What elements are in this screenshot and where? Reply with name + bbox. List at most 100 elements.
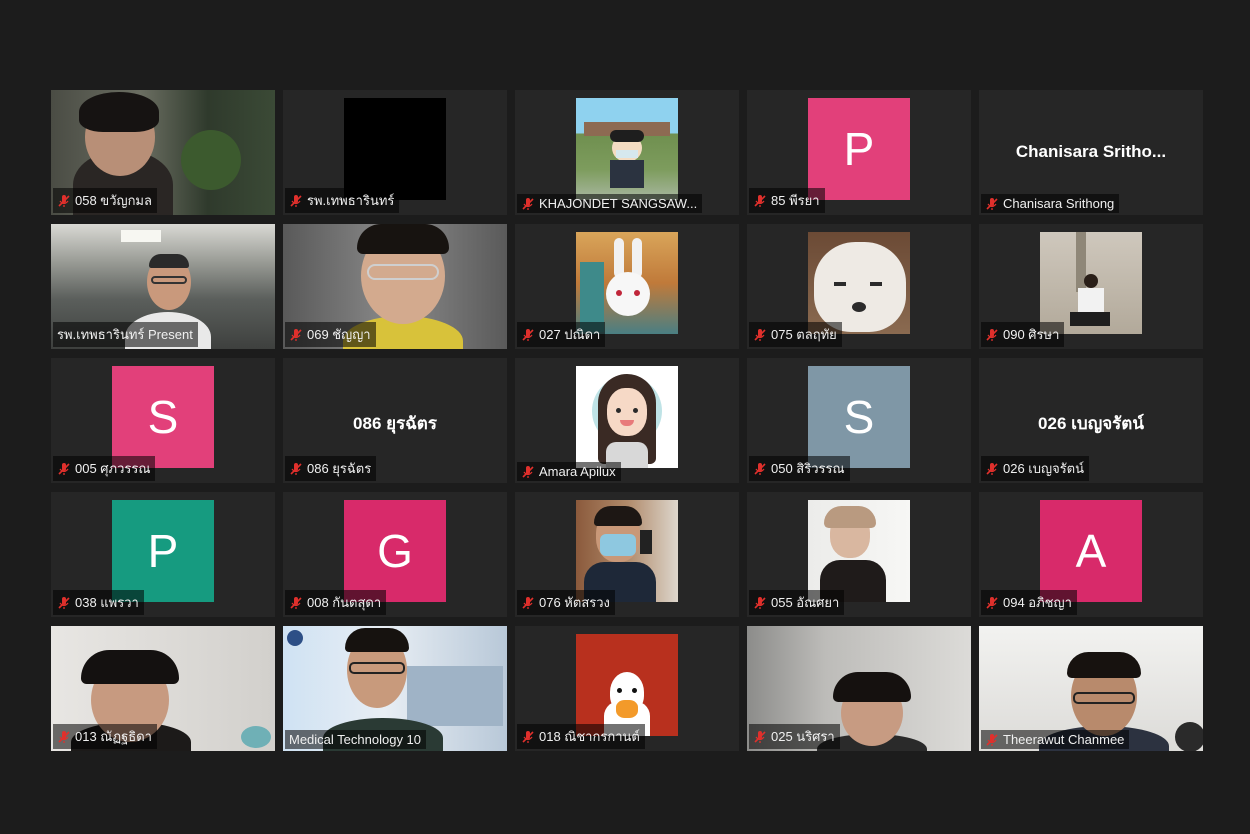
muted-mic-icon [754, 596, 766, 609]
participant-name: 050 สิริวรรณ [771, 461, 845, 476]
participant-tile[interactable]: รพ.เทพธารินทร์ [283, 90, 507, 215]
participant-nameplate: 005 ศุภวรรณ [53, 456, 156, 481]
profile-picture [576, 500, 678, 602]
muted-mic-icon [58, 730, 70, 743]
participant-nameplate: 027 ปณิดา [517, 322, 606, 347]
participant-name: 026 เบญจรัตน์ [1003, 461, 1085, 476]
muted-mic-icon [522, 465, 534, 478]
profile-picture [576, 98, 678, 200]
participant-nameplate: 008 กันตสุดา [285, 590, 387, 615]
muted-mic-icon [754, 462, 766, 475]
participant-name: 018 ณิชากรกานต์ [539, 729, 640, 744]
muted-mic-icon [986, 462, 998, 475]
participant-name: Amara Apilux [539, 464, 616, 479]
participant-name: Chanisara Srithong [1003, 196, 1115, 211]
participant-name: 094 อภิชญา [1003, 595, 1072, 610]
muted-mic-icon [986, 197, 998, 210]
participant-tile[interactable]: S 005 ศุภวรรณ [51, 358, 275, 483]
participant-nameplate: 076 หัตสรวง [517, 590, 615, 615]
participant-tile[interactable]: 027 ปณิดา [515, 224, 739, 349]
participant-name: 013 ณัฏฐธิดา [75, 729, 152, 744]
avatar-letter: P [147, 525, 179, 577]
participant-nameplate: 018 ณิชากรกานต์ [517, 724, 645, 749]
participant-name: 086 ยุรฉัตร [307, 461, 372, 476]
profile-picture [1040, 232, 1142, 334]
participant-tile[interactable]: 076 หัตสรวง [515, 492, 739, 617]
participant-tile[interactable]: P 85 พีรยา [747, 90, 971, 215]
muted-mic-icon [986, 596, 998, 609]
participant-nameplate: 026 เบญจรัตน์ [981, 456, 1090, 481]
participant-name: 058 ขวัญกมล [75, 193, 152, 208]
muted-mic-icon [58, 596, 70, 609]
profile-picture [808, 232, 910, 334]
participant-tile[interactable]: 069 ชัญญา [283, 224, 507, 349]
participant-name: 025 นริศรา [771, 729, 835, 744]
participant-tile[interactable]: P 038 แพรวา [51, 492, 275, 617]
participant-name: 85 พีรยา [771, 193, 820, 208]
participant-nameplate: รพ.เทพธารินทร์ Present [53, 322, 198, 347]
participant-name: Medical Technology 10 [289, 732, 422, 747]
avatar-letter: S [147, 391, 179, 443]
muted-mic-icon [986, 328, 998, 341]
participant-avatar: A [1040, 500, 1142, 602]
participant-tile[interactable]: Amara Apilux [515, 358, 739, 483]
participant-name: 090 ศิรษา [1003, 327, 1060, 342]
participant-nameplate: 025 นริศรา [749, 724, 840, 749]
participant-tile[interactable]: 025 นริศรา [747, 626, 971, 751]
participant-tile[interactable]: 013 ณัฏฐธิดา [51, 626, 275, 751]
participant-display-name: Chanisara Sritho... [1015, 142, 1167, 161]
participant-nameplate: 094 อภิชญา [981, 590, 1077, 615]
participant-tile[interactable]: 058 ขวัญกมล [51, 90, 275, 215]
participant-tile[interactable]: 026 เบญจรัตน์ 026 เบญจรัตน์ [979, 358, 1203, 483]
participant-nameplate: รพ.เทพธารินทร์ [285, 188, 400, 213]
participant-tile[interactable]: Chanisara Sritho... Chanisara Srithong [979, 90, 1203, 215]
participant-name: รพ.เทพธารินทร์ [307, 193, 395, 208]
participant-avatar: P [808, 98, 910, 200]
muted-mic-icon [522, 197, 534, 210]
participant-video [344, 98, 446, 200]
participant-tile[interactable]: A 094 อภิชญา [979, 492, 1203, 617]
participant-tile[interactable]: 055 อัณศยา [747, 492, 971, 617]
participant-nameplate: 050 สิริวรรณ [749, 456, 850, 481]
muted-mic-icon [754, 730, 766, 743]
participant-name: 005 ศุภวรรณ [75, 461, 151, 476]
participant-tile[interactable]: KHAJONDET SANGSAW... [515, 90, 739, 215]
participant-avatar: S [808, 366, 910, 468]
participant-nameplate: 069 ชัญญา [285, 322, 376, 347]
participant-tile[interactable]: 075 ตลฤทัย [747, 224, 971, 349]
participant-tile[interactable]: 086 ยุรฉัตร 086 ยุรฉัตร [283, 358, 507, 483]
participant-tile[interactable]: S 050 สิริวรรณ [747, 358, 971, 483]
muted-mic-icon [290, 328, 302, 341]
avatar-letter: A [1075, 525, 1107, 577]
avatar-letter: P [843, 123, 875, 175]
participant-tile[interactable]: 090 ศิรษา [979, 224, 1203, 349]
participant-tile[interactable]: 018 ณิชากรกานต์ [515, 626, 739, 751]
participant-nameplate: KHAJONDET SANGSAW... [517, 194, 703, 213]
video-grid: 058 ขวัญกมล รพ.เทพธารินทร์ KHAJONDET SAN… [51, 90, 1203, 754]
participant-nameplate: 090 ศิรษา [981, 322, 1065, 347]
participant-tile[interactable]: G 008 กันตสุดา [283, 492, 507, 617]
muted-mic-icon [986, 733, 998, 746]
participant-name: 069 ชัญญา [307, 327, 371, 342]
participant-tile-active-speaker[interactable]: รพ.เทพธารินทร์ Present [51, 224, 275, 349]
participant-nameplate: 075 ตลฤทัย [749, 322, 842, 347]
muted-mic-icon [522, 328, 534, 341]
participant-nameplate: 058 ขวัญกมล [53, 188, 157, 213]
participant-name: 076 หัตสรวง [539, 595, 610, 610]
participant-display-name: 086 ยุรฉัตร [353, 414, 437, 433]
participant-tile[interactable]: Medical Technology 10 [283, 626, 507, 751]
participant-nameplate: Chanisara Srithong [981, 194, 1120, 213]
participant-name: 055 อัณศยา [771, 595, 840, 610]
muted-mic-icon [58, 462, 70, 475]
profile-picture [576, 366, 678, 468]
participant-nameplate: Theerawut Chanmee [981, 730, 1130, 749]
participant-nameplate: 038 แพรวา [53, 590, 144, 615]
muted-mic-icon [290, 462, 302, 475]
participant-tile[interactable]: Theerawut Chanmee [979, 626, 1203, 751]
participant-avatar: S [112, 366, 214, 468]
participant-display-name: 026 เบญจรัตน์ [1038, 414, 1144, 433]
profile-picture [576, 634, 678, 736]
participant-name: รพ.เทพธารินทร์ Present [57, 327, 193, 342]
participant-name: 008 กันตสุดา [307, 595, 382, 610]
participant-name: 038 แพรวา [75, 595, 139, 610]
